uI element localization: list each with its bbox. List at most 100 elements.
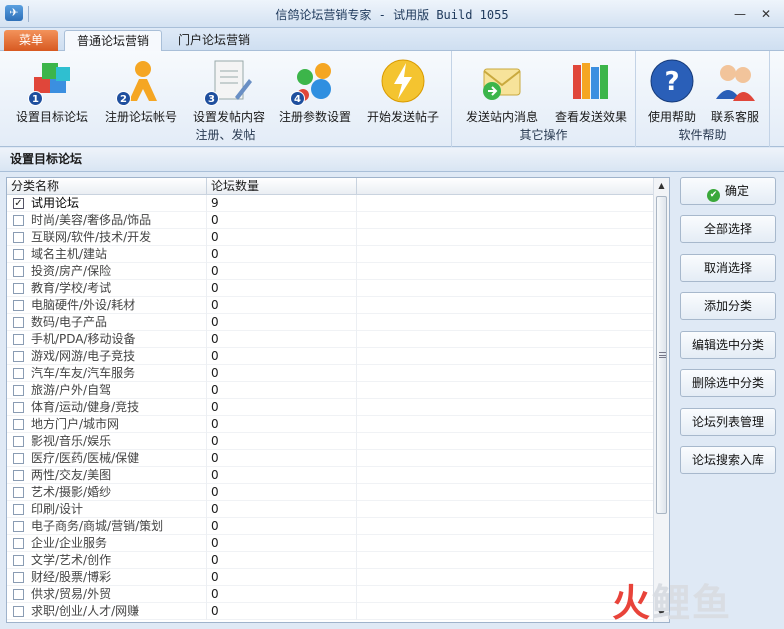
ribbon-group-register-post: 1 设置目标论坛 2 注册论坛帐号 3 设置发帖内容 4 注册参数设置 开始发送…: [0, 51, 452, 147]
add-category-button[interactable]: 添加分类: [680, 292, 776, 320]
table-row[interactable]: 游戏/网游/电子竞技 0: [7, 348, 654, 365]
column-header-count[interactable]: 论坛数量: [207, 178, 357, 195]
table-row[interactable]: 互联网/软件/技术/开发 0: [7, 229, 654, 246]
table-row[interactable]: 供求/贸易/外贸 0: [7, 586, 654, 603]
forum-search-import-button[interactable]: 论坛搜索入库: [680, 446, 776, 474]
row-checkbox[interactable]: [13, 351, 24, 362]
select-all-button[interactable]: 全部选择: [680, 215, 776, 243]
tab-menu[interactable]: 菜单: [4, 30, 58, 52]
row-checkbox[interactable]: [13, 266, 24, 277]
row-checkbox[interactable]: [13, 453, 24, 464]
column-header-category[interactable]: 分类名称: [7, 178, 207, 195]
row-checkbox[interactable]: [13, 215, 24, 226]
step-badge: 1: [28, 91, 43, 106]
table-row[interactable]: 域名主机/建站 0: [7, 246, 654, 263]
row-checkbox[interactable]: [13, 402, 24, 413]
set-post-content-button[interactable]: 3 设置发帖内容: [186, 55, 272, 125]
support-icon: [716, 65, 755, 101]
table-row[interactable]: 投资/房产/保险 0: [7, 263, 654, 280]
forum-count-cell: 0: [207, 416, 357, 433]
row-checkbox[interactable]: [13, 300, 24, 311]
row-checkbox[interactable]: [13, 385, 24, 396]
tab-portal-forum-marketing[interactable]: 门户论坛营销: [168, 30, 260, 52]
table-row[interactable]: 医疗/医药/医械/保健 0: [7, 450, 654, 467]
category-name-cell: 互联网/软件/技术/开发: [7, 229, 207, 246]
send-site-message-button[interactable]: 发送站内消息: [458, 55, 546, 125]
row-checkbox[interactable]: [13, 487, 24, 498]
confirm-button[interactable]: ✔ 确定: [680, 177, 776, 205]
set-target-forum-button[interactable]: 1 设置目标论坛: [8, 55, 96, 125]
scrollbar-thumb[interactable]: [656, 196, 667, 514]
category-name-cell: 域名主机/建站: [7, 246, 207, 263]
row-checkbox[interactable]: [13, 606, 24, 617]
table-row[interactable]: 影视/音乐/娱乐 0: [7, 433, 654, 450]
forum-list-management-button[interactable]: 论坛列表管理: [680, 408, 776, 436]
table-row[interactable]: 时尚/美容/奢侈品/饰品 0: [7, 212, 654, 229]
table-row[interactable]: 电子商务/商城/营销/策划 0: [7, 518, 654, 535]
table-row[interactable]: 体育/运动/健身/竞技 0: [7, 399, 654, 416]
start-sending-posts-button[interactable]: 开始发送帖子: [360, 55, 446, 125]
row-checkbox[interactable]: [13, 249, 24, 260]
table-header: 分类名称 论坛数量: [7, 178, 654, 195]
table-row[interactable]: 手机/PDA/移动设备 0: [7, 331, 654, 348]
row-checkbox[interactable]: [13, 538, 24, 549]
row-checkbox[interactable]: [13, 436, 24, 447]
forum-count-cell: 0: [207, 433, 357, 450]
svg-text:?: ?: [664, 67, 679, 97]
category-name-cell: 电脑硬件/外设/耗材: [7, 297, 207, 314]
table-row[interactable]: 旅游/户外/自驾 0: [7, 382, 654, 399]
deselect-button[interactable]: 取消选择: [680, 254, 776, 282]
help-button[interactable]: ? 使用帮助: [642, 55, 702, 125]
table-row[interactable]: 艺术/摄影/婚纱 0: [7, 484, 654, 501]
register-forum-account-button[interactable]: 2 注册论坛帐号: [98, 55, 184, 125]
vertical-scrollbar[interactable]: ▲ ▼: [653, 178, 669, 622]
close-button[interactable]: ✕: [758, 7, 774, 21]
table-row[interactable]: 印刷/设计 0: [7, 501, 654, 518]
table-row[interactable]: 试用论坛 ✓ 9: [7, 195, 654, 212]
category-name-cell: 求职/创业/人才/网赚: [7, 603, 207, 620]
category-name-cell: 艺术/摄影/婚纱: [7, 484, 207, 501]
table-row[interactable]: 文学/艺术/创作 0: [7, 552, 654, 569]
table-row[interactable]: 求职/创业/人才/网赚 0: [7, 603, 654, 620]
table-row[interactable]: 地方门户/城市网 0: [7, 416, 654, 433]
watermark: 火鲤鱼: [612, 578, 772, 628]
contact-support-button[interactable]: 联系客服: [704, 55, 766, 125]
table-row[interactable]: 教育/学校/考试 0: [7, 280, 654, 297]
tab-normal-forum-marketing[interactable]: 普通论坛营销: [64, 30, 162, 52]
row-checkbox[interactable]: [13, 232, 24, 243]
row-checkbox[interactable]: [13, 283, 24, 294]
row-checkbox[interactable]: [13, 572, 24, 583]
table-row[interactable]: 财经/股票/博彩 0: [7, 569, 654, 586]
row-checkbox[interactable]: [13, 419, 24, 430]
edit-category-button[interactable]: 编辑选中分类: [680, 331, 776, 359]
help-label: 使用帮助: [647, 110, 696, 124]
row-checkbox[interactable]: [13, 470, 24, 481]
registration-settings-button[interactable]: 4 注册参数设置: [274, 55, 356, 125]
category-name-cell: 电子商务/商城/营销/策划: [7, 518, 207, 535]
forum-count-cell: 0: [207, 518, 357, 535]
row-checkbox[interactable]: [13, 555, 24, 566]
category-name-cell: 企业/企业服务: [7, 535, 207, 552]
minimize-button[interactable]: —: [732, 7, 748, 21]
forum-count-cell: 0: [207, 297, 357, 314]
row-checkbox[interactable]: [13, 368, 24, 379]
view-send-results-button[interactable]: 查看发送效果: [548, 55, 634, 125]
row-checkbox[interactable]: [13, 334, 24, 345]
registration-settings-label: 注册参数设置: [278, 110, 351, 124]
help-icon: ?: [650, 59, 694, 103]
row-checkbox[interactable]: [13, 589, 24, 600]
table-row[interactable]: 电脑硬件/外设/耗材 0: [7, 297, 654, 314]
row-checkbox[interactable]: [13, 317, 24, 328]
window-title: 信鸽论坛营销专家 - 试用版 Build 1055: [275, 8, 509, 22]
row-checkbox[interactable]: [13, 521, 24, 532]
table-row[interactable]: 汽车/车友/汽车服务 0: [7, 365, 654, 382]
step-badge: 3: [204, 91, 219, 106]
table-row[interactable]: 数码/电子产品 0: [7, 314, 654, 331]
row-checkbox[interactable]: ✓: [13, 198, 24, 209]
delete-category-button[interactable]: 删除选中分类: [680, 369, 776, 397]
scroll-up-arrow-icon[interactable]: ▲: [654, 178, 669, 194]
category-name-cell: 时尚/美容/奢侈品/饰品: [7, 212, 207, 229]
table-row[interactable]: 两性/交友/美图 0: [7, 467, 654, 484]
row-checkbox[interactable]: [13, 504, 24, 515]
table-row[interactable]: 企业/企业服务 0: [7, 535, 654, 552]
